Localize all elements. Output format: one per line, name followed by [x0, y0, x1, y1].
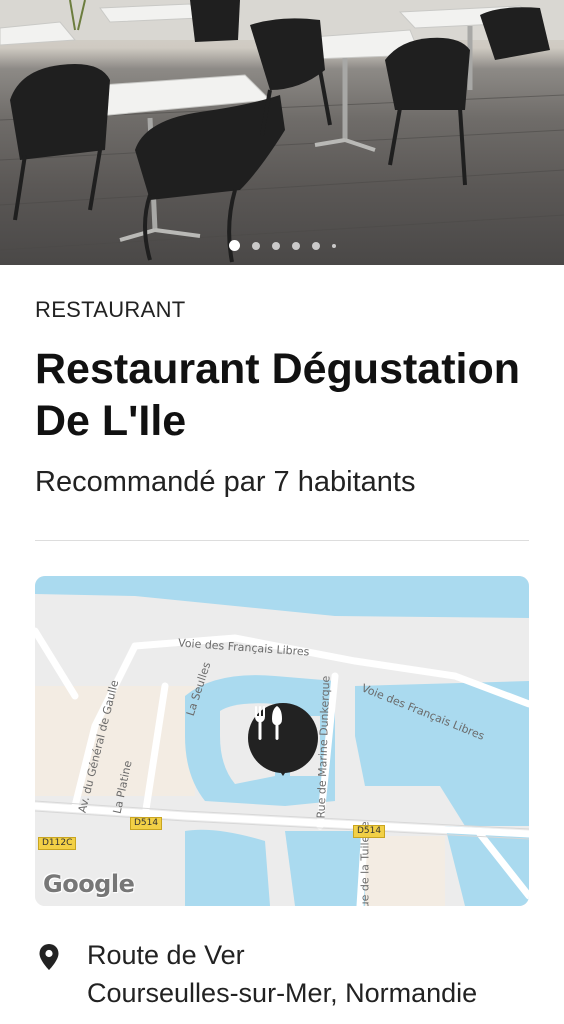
google-logo: Google — [43, 870, 135, 898]
hero-image[interactable] — [0, 0, 564, 265]
address-city: Courseulles-sur-Mer, Normandie — [87, 978, 478, 1008]
recommendation-text: Recommandé par 7 habitants — [35, 466, 416, 498]
road-tag: D112C — [38, 837, 77, 850]
hero-photo-illustration — [0, 0, 564, 263]
divider — [35, 540, 529, 541]
address-street: Route de Ver — [87, 940, 245, 970]
carousel-indicator[interactable] — [0, 240, 564, 251]
carousel-dot[interactable] — [251, 241, 260, 250]
carousel-dot-active[interactable] — [228, 240, 240, 251]
road-tag: D514 — [353, 825, 386, 838]
carousel-dot[interactable] — [271, 241, 280, 250]
category-label: RESTAURANT — [35, 297, 186, 322]
map-pin[interactable] — [248, 703, 318, 773]
location-map[interactable]: Voie des Français Libres Voie des França… — [35, 576, 529, 906]
location-pin-icon — [39, 944, 59, 970]
road-tag: D514 — [130, 817, 163, 830]
carousel-dot[interactable] — [311, 241, 320, 250]
fork-knife-icon — [255, 706, 282, 740]
listing-title: Restaurant Dégustation De L'Ile — [35, 345, 521, 445]
carousel-dot[interactable] — [291, 241, 300, 250]
carousel-dot[interactable] — [331, 243, 336, 248]
